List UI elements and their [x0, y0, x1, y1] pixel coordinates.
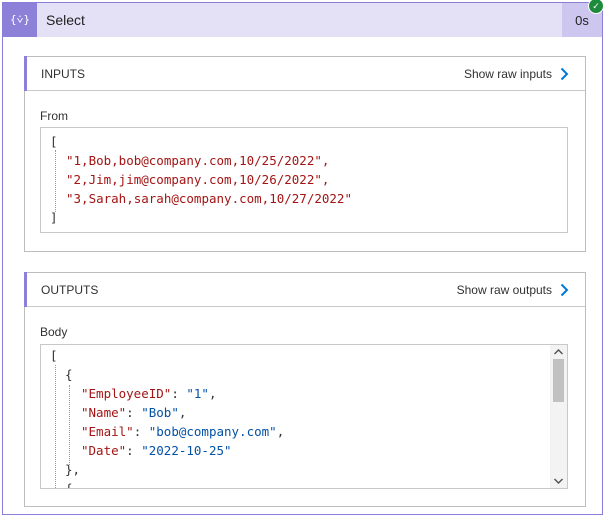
code-line: "3,Sarah,sarah@company.com,10/27/2022"	[66, 191, 352, 206]
show-raw-inputs-link[interactable]: Show raw inputs	[464, 57, 569, 91]
action-header[interactable]: {⩒} Select 0s	[3, 3, 602, 37]
action-title: Select	[46, 12, 85, 28]
code-close-brace: },	[65, 462, 81, 477]
json-trail: ,	[208, 386, 217, 401]
scroll-up-icon[interactable]	[550, 345, 567, 359]
body-code-viewer[interactable]: [ { "EmployeeID": "1", "Name": "Bob", "E…	[40, 344, 568, 489]
json-entry-employee-id: "EmployeeID": "1",	[81, 386, 217, 401]
chevron-right-icon	[560, 67, 569, 81]
body-label: Body	[40, 325, 68, 339]
outputs-title: OUTPUTS	[41, 283, 99, 297]
from-label: From	[40, 109, 68, 123]
chevron-right-icon	[560, 283, 569, 297]
show-raw-outputs-link[interactable]: Show raw outputs	[457, 273, 569, 307]
json-key: "Name"	[81, 405, 127, 420]
indent-guide	[69, 385, 70, 465]
json-key: "Email"	[81, 424, 134, 439]
from-code-viewer[interactable]: [ "1,Bob,bob@company.com,10/25/2022", "2…	[40, 127, 568, 233]
code-open-brace: {	[65, 481, 73, 489]
json-value: "Bob"	[141, 405, 179, 420]
data-operation-icon: {⩒}	[3, 3, 37, 37]
show-raw-inputs-label: Show raw inputs	[463, 67, 552, 81]
inputs-title: INPUTS	[41, 67, 86, 81]
code-close-bracket: ]	[50, 210, 58, 225]
outputs-section: OUTPUTS Show raw outputs Body [ { "Emplo…	[24, 272, 586, 507]
scroll-down-icon[interactable]	[550, 474, 567, 488]
code-open-bracket: [	[50, 348, 58, 363]
code-line: "2,Jim,jim@company.com,10/26/2022",	[66, 172, 330, 187]
json-key: "Date"	[81, 443, 127, 458]
inputs-section-header: INPUTS Show raw inputs	[24, 56, 585, 91]
show-raw-outputs-label: Show raw outputs	[456, 283, 552, 297]
code-line: "1,Bob,bob@company.com,10/25/2022",	[66, 153, 330, 168]
json-value: "1"	[186, 386, 209, 401]
vertical-scrollbar[interactable]	[550, 345, 567, 488]
json-entry-email: "Email": "bob@company.com",	[81, 424, 285, 439]
scroll-thumb[interactable]	[553, 359, 564, 402]
json-trail: ,	[276, 424, 285, 439]
outputs-section-header: OUTPUTS Show raw outputs	[24, 272, 585, 307]
action-card: {⩒} Select 0s INPUTS Show raw inputs Fro…	[2, 2, 603, 515]
json-key: "EmployeeID"	[81, 386, 172, 401]
inputs-section: INPUTS Show raw inputs From [ "1,Bob,bob…	[24, 56, 586, 252]
indent-guide	[55, 150, 56, 212]
json-trail: ,	[178, 405, 187, 420]
indent-guide	[55, 365, 56, 488]
json-entry-name: "Name": "Bob",	[81, 405, 187, 420]
code-open-bracket: [	[50, 134, 58, 149]
json-entry-date: "Date": "2022-10-25"	[81, 443, 232, 458]
json-value: "bob@company.com"	[148, 424, 277, 439]
json-value: "2022-10-25"	[141, 443, 232, 458]
code-open-brace: {	[65, 367, 73, 382]
